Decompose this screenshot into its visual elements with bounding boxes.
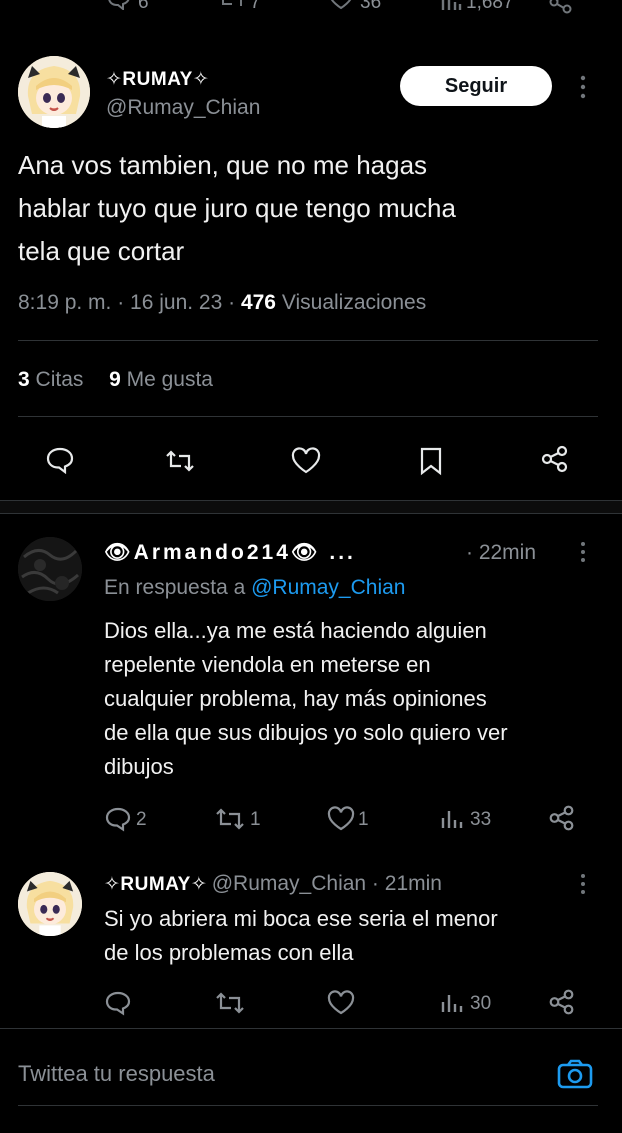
view-count: 30 — [470, 993, 492, 1014]
retweet-count: 1 — [250, 809, 261, 830]
share-icon[interactable] — [548, 0, 574, 14]
divider — [18, 416, 598, 417]
quotes-stat[interactable]: 3 Citas — [18, 368, 83, 391]
tweet-timestamp: 8:19 p. m. · 16 jun. 23 · 476 Visualizac… — [18, 291, 426, 315]
quotes-label: Citas — [35, 368, 84, 391]
heart-icon[interactable] — [326, 990, 356, 1016]
display-name[interactable]: ✧RUMAY✧ — [106, 68, 209, 91]
reply-text-line: de ella que sus dibujos yo solo quiero v… — [104, 720, 508, 745]
reply-text-line: repelente viendola en meterse en — [104, 652, 431, 677]
views-label: Visualizaciones — [281, 291, 427, 314]
reply-icon[interactable] — [45, 446, 75, 474]
share-icon[interactable] — [540, 444, 570, 474]
bookmark-icon[interactable] — [418, 446, 444, 476]
quotes-count: 3 — [18, 368, 30, 391]
reply-text-line: cualquier problema, hay más opiniones — [104, 686, 487, 711]
retweet-icon[interactable] — [214, 806, 246, 832]
heart-icon[interactable] — [328, 0, 354, 10]
handle[interactable]: @Rumay_Chian — [106, 96, 260, 120]
views-count: 476 — [240, 291, 276, 314]
reply-text-line: dibujos — [104, 754, 174, 779]
tweet-text: Ana vos tambien, que no me hagas hablar … — [18, 144, 598, 273]
heart-icon[interactable] — [326, 806, 356, 832]
avatar[interactable] — [18, 537, 82, 601]
like-count: 1 — [358, 809, 369, 830]
reply-count: 2 — [136, 809, 147, 830]
retweet-icon[interactable] — [218, 0, 246, 10]
likes-count: 9 — [109, 368, 121, 391]
anime-avatar-icon — [18, 872, 82, 936]
reply-icon[interactable] — [104, 806, 134, 832]
retweet-icon[interactable] — [164, 448, 196, 474]
reply-meta[interactable]: @Rumay_Chian · 21min — [212, 872, 442, 895]
tweet-text-line: tela que cortar — [18, 236, 185, 266]
divider — [0, 1028, 622, 1029]
reply-count: 6 — [138, 0, 149, 13]
reply-text: Dios ella...ya me está haciendo alguien … — [104, 614, 604, 784]
bar-chart-icon[interactable] — [440, 992, 464, 1014]
display-name[interactable]: ✧RUMAY✧ — [104, 874, 207, 895]
share-icon[interactable] — [548, 988, 576, 1016]
more-vertical-icon[interactable] — [578, 74, 588, 100]
view-count: 33 — [470, 809, 492, 830]
reply-text-line: Si yo abriera mi boca ese seria el menor — [104, 906, 498, 931]
camera-icon[interactable] — [556, 1058, 594, 1090]
tweet-stats: 3 Citas 9 Me gusta — [18, 368, 213, 392]
avatar[interactable] — [18, 872, 82, 936]
heart-icon[interactable] — [290, 447, 322, 475]
compose-input[interactable]: Twittea tu respuesta — [18, 1061, 518, 1087]
follow-button[interactable]: Seguir — [400, 66, 552, 106]
view-count: 1,687 — [466, 0, 514, 13]
reply-header: ✧RUMAY✧ @Rumay_Chian · 21min — [104, 872, 442, 896]
anime-avatar-icon — [18, 56, 90, 128]
likes-stat[interactable]: 9 Me gusta — [109, 368, 213, 391]
divider — [18, 340, 598, 341]
compose-underline — [18, 1105, 598, 1106]
reply-icon[interactable] — [104, 990, 134, 1016]
reply-text: Si yo abriera mi boca ese seria el menor… — [104, 902, 604, 970]
avatar[interactable] — [18, 56, 90, 128]
likes-label: Me gusta — [126, 368, 213, 391]
reply-time[interactable]: · 22min — [466, 541, 536, 565]
in-reply-to: En respuesta a @Rumay_Chian — [104, 576, 405, 600]
reply-icon[interactable] — [106, 0, 132, 10]
tweet-time[interactable]: 8:19 p. m. · 16 jun. 23 · — [18, 291, 241, 314]
retweet-icon[interactable] — [214, 990, 246, 1016]
reply-text-line: Dios ella...ya me está haciendo alguien — [104, 618, 487, 643]
more-vertical-icon[interactable] — [578, 872, 588, 896]
reply-text-line: de los problemas con ella — [104, 940, 354, 965]
dark-pattern-avatar-icon — [18, 537, 82, 601]
mention-link[interactable]: @Rumay_Chian — [251, 576, 405, 599]
tweet-text-line: hablar tuyo que juro que tengo mucha — [18, 193, 456, 223]
like-count: 36 — [360, 0, 382, 13]
in-reply-prefix: En respuesta a — [104, 576, 252, 599]
share-icon[interactable] — [548, 804, 576, 832]
more-vertical-icon[interactable] — [578, 540, 588, 564]
tweet-text-line: Ana vos tambien, que no me hagas — [18, 150, 428, 180]
section-separator — [0, 500, 622, 514]
bar-chart-icon[interactable] — [440, 0, 462, 12]
display-name[interactable]: 👁Armando214👁 ... — [104, 541, 356, 565]
retweet-count: 7 — [250, 0, 261, 13]
bar-chart-icon[interactable] — [440, 808, 464, 830]
